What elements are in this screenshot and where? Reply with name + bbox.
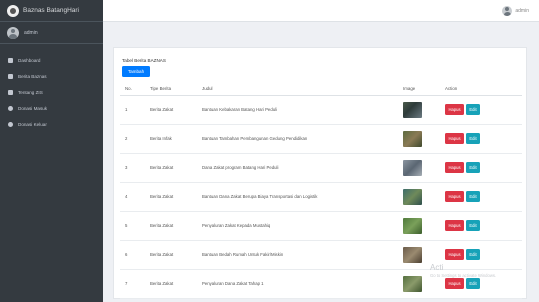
top-user-menu[interactable]: admin xyxy=(502,6,529,16)
top-navbar: admin xyxy=(103,0,539,22)
header-image: Image xyxy=(403,86,416,91)
cell-no: 7 xyxy=(125,281,128,286)
sidebar-item-donasi-keluar[interactable]: Donasi Keluar xyxy=(0,116,103,132)
sidebar-item-dashboard[interactable]: Dashboard xyxy=(0,52,103,68)
news-thumbnail xyxy=(403,276,422,292)
row-actions: Hapus Edit xyxy=(445,249,480,260)
donation-out-icon xyxy=(8,121,13,127)
top-user-name: admin xyxy=(515,8,529,14)
book-icon xyxy=(8,89,13,95)
brand-text: Baznas BatangHari xyxy=(23,7,80,14)
cell-tipe: Berita Infak xyxy=(150,136,172,141)
delete-button[interactable]: Hapus xyxy=(445,220,464,231)
cell-judul: Bantuan Dana Zakat Berupa Biaya Transpor… xyxy=(202,194,318,199)
news-icon xyxy=(8,73,13,79)
row-actions: Hapus Edit xyxy=(445,278,480,289)
news-thumbnail xyxy=(403,131,422,147)
edit-button[interactable]: Edit xyxy=(466,191,480,202)
card-title: Tabel Berita BAZNAS xyxy=(122,58,166,63)
delete-button[interactable]: Hapus xyxy=(445,249,464,260)
watermark-subtitle: Go to Settings to activate Windows. xyxy=(430,273,497,278)
dashboard-icon xyxy=(8,57,13,63)
delete-button[interactable]: Hapus xyxy=(445,278,464,289)
cell-judul: Penyaluran Dana Zakat Tahap 1 xyxy=(202,281,264,286)
sidebar-item-label: Donasi Masuk xyxy=(18,105,48,111)
cell-no: 5 xyxy=(125,223,128,228)
news-table-card: Tabel Berita BAZNAS Tambah No. Tipe Beri… xyxy=(113,47,527,299)
header-judul: Judul xyxy=(202,86,213,91)
edit-button[interactable]: Edit xyxy=(466,220,480,231)
edit-button[interactable]: Edit xyxy=(466,133,480,144)
user-avatar-icon xyxy=(502,6,513,16)
cell-judul: Penyaluran Zakat Kepada Mustahiq xyxy=(202,223,271,228)
sidebar-item-donasi-masuk[interactable]: Donasi Masuk xyxy=(0,100,103,116)
table-row: 4 Berita Zakat Bantuan Dana Zakat Berupa… xyxy=(120,183,522,212)
cell-tipe: Berita Zakat xyxy=(150,165,174,170)
cell-tipe: Berita Zakat xyxy=(150,107,174,112)
sidebar: Baznas BatangHari admin Dashboard Berita… xyxy=(0,0,103,302)
sidebar-item-label: Tentang ZIS xyxy=(18,89,43,95)
add-news-button[interactable]: Tambah xyxy=(122,66,150,77)
edit-button[interactable]: Edit xyxy=(466,249,480,260)
cell-no: 1 xyxy=(125,107,128,112)
news-thumbnail xyxy=(403,189,422,205)
edit-button[interactable]: Edit xyxy=(466,278,480,289)
row-actions: Hapus Edit xyxy=(445,191,480,202)
sidebar-item-label: Donasi Keluar xyxy=(18,121,47,127)
delete-button[interactable]: Hapus xyxy=(445,162,464,173)
sidebar-item-label: Berita Baznas xyxy=(18,73,47,79)
cell-no: 2 xyxy=(125,136,128,141)
cell-tipe: Berita Zakat xyxy=(150,252,174,257)
sidebar-item-label: Dashboard xyxy=(18,57,41,63)
activation-watermark: Acti Go to Settings to activate Windows. xyxy=(430,263,496,278)
sidebar-item-berita[interactable]: Berita Baznas xyxy=(0,68,103,84)
news-thumbnail xyxy=(403,102,422,118)
cell-no: 6 xyxy=(125,252,128,257)
sidebar-nav: Dashboard Berita Baznas Tentang ZIS Dona… xyxy=(0,44,103,132)
cell-judul: Bantuan Kebakaran Batang Hari Peduli xyxy=(202,107,278,112)
delete-button[interactable]: Hapus xyxy=(445,104,464,115)
table-header: No. Tipe Berita Judul Image Action xyxy=(120,82,522,96)
cell-no: 4 xyxy=(125,194,128,199)
row-actions: Hapus Edit xyxy=(445,133,480,144)
cell-judul: Bantuan Tambahan Pembangunan Gedung Pend… xyxy=(202,136,308,141)
row-actions: Hapus Edit xyxy=(445,162,480,173)
donation-in-icon xyxy=(8,105,13,111)
sidebar-user-panel[interactable]: admin xyxy=(0,22,103,44)
watermark-title: Acti xyxy=(430,263,444,272)
cell-tipe: Berita Zakat xyxy=(150,194,174,199)
cell-judul: Bantuan Bedah Rumah Untuk Fakir/Miskin xyxy=(202,252,284,257)
header-action: Action xyxy=(445,86,458,91)
news-thumbnail xyxy=(403,160,422,176)
edit-button[interactable]: Edit xyxy=(466,104,480,115)
cell-tipe: Berita Zakat xyxy=(150,223,174,228)
delete-button[interactable]: Hapus xyxy=(445,191,464,202)
sidebar-user-name: admin xyxy=(24,29,38,36)
edit-button[interactable]: Edit xyxy=(466,162,480,173)
row-actions: Hapus Edit xyxy=(445,104,480,115)
table-row: 5 Berita Zakat Penyaluran Zakat Kepada M… xyxy=(120,212,522,241)
row-actions: Hapus Edit xyxy=(445,220,480,231)
user-avatar-icon xyxy=(7,26,19,39)
news-thumbnail xyxy=(403,218,422,234)
header-tipe: Tipe Berita xyxy=(150,86,172,91)
table-row: 2 Berita Infak Bantuan Tambahan Pembangu… xyxy=(120,125,522,154)
brand-link[interactable]: Baznas BatangHari xyxy=(0,0,103,22)
table-row: 3 Berita Zakat Dana Zakat program Batang… xyxy=(120,154,522,183)
delete-button[interactable]: Hapus xyxy=(445,133,464,144)
header-no: No. xyxy=(125,86,132,91)
cell-judul: Dana Zakat program Batang Hari Peduli xyxy=(202,165,279,170)
news-thumbnail xyxy=(403,247,422,263)
table-row: 1 Berita Zakat Bantuan Kebakaran Batang … xyxy=(120,96,522,125)
sidebar-item-tentang[interactable]: Tentang ZIS xyxy=(0,84,103,100)
cell-tipe: Berita Zakat xyxy=(150,281,174,286)
brand-logo-icon xyxy=(7,4,19,17)
cell-no: 3 xyxy=(125,165,128,170)
